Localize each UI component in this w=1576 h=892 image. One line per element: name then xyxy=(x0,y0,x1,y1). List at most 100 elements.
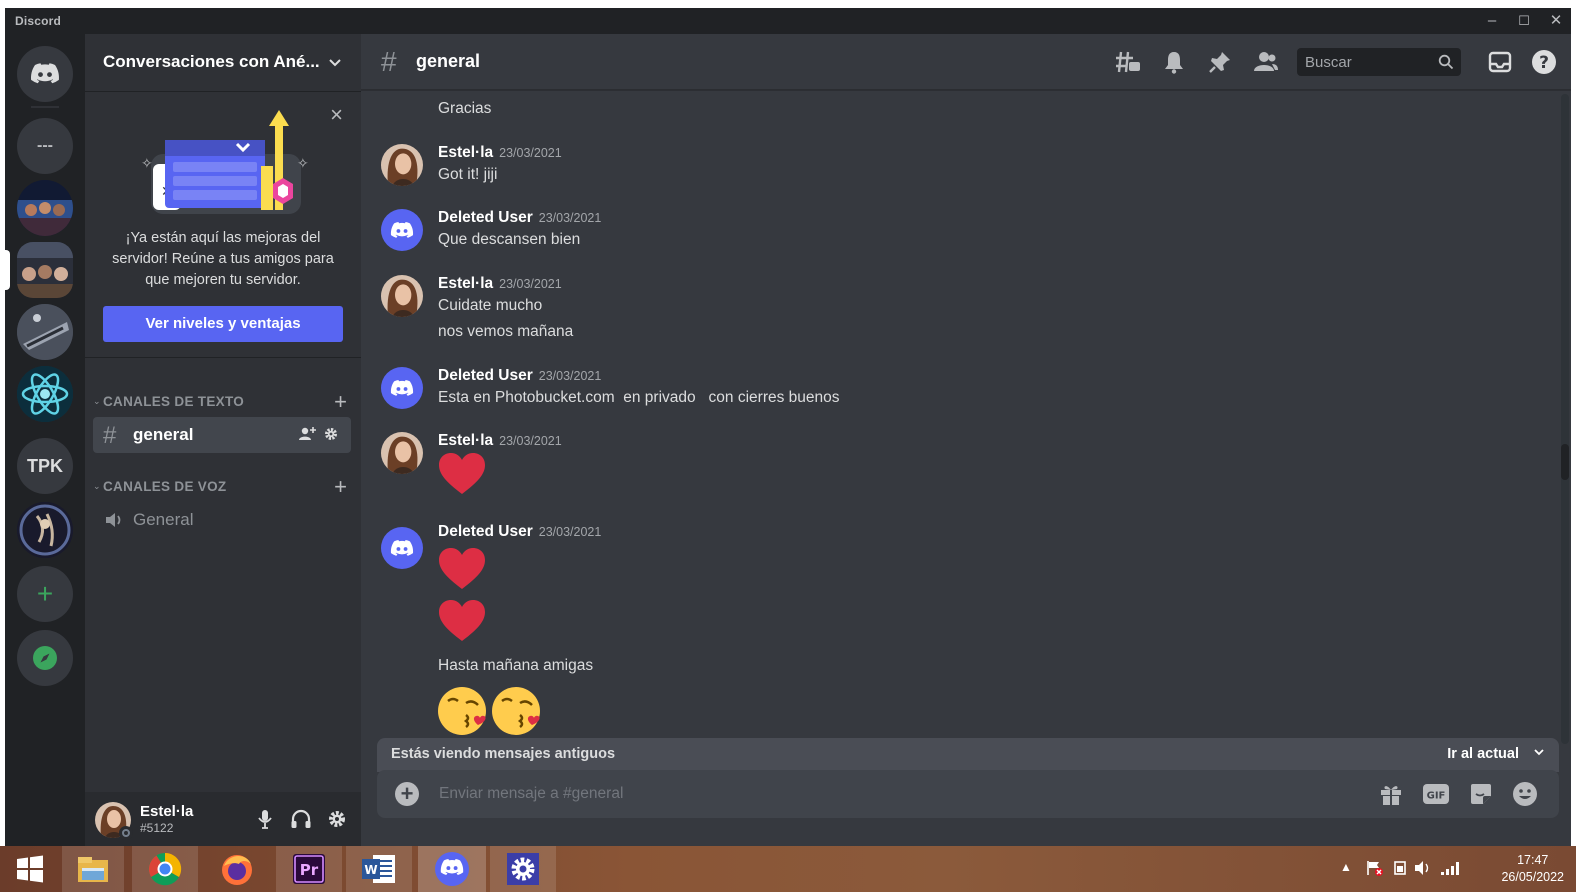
show-hidden-icons-button[interactable]: ▲ xyxy=(1340,860,1352,874)
add-server-button[interactable]: + xyxy=(17,566,73,622)
chevron-down-icon xyxy=(329,59,341,67)
close-button[interactable]: ✕ xyxy=(1543,8,1569,34)
taskbar-firefox[interactable] xyxy=(206,846,268,892)
network-signal-icon[interactable] xyxy=(1440,860,1460,876)
hashtag-icon: # xyxy=(381,46,397,77)
taskbar-settings[interactable] xyxy=(490,846,556,892)
taskbar-clock[interactable]: 17:47 26/05/2022 xyxy=(1501,852,1564,886)
taskbar-premiere[interactable]: Pr xyxy=(276,846,342,892)
svg-text:W: W xyxy=(364,863,377,877)
avatar[interactable] xyxy=(381,209,423,251)
category-voice-channels[interactable]: ⌄ CANALES DE VOZ + xyxy=(89,474,357,500)
speaker-icon xyxy=(106,513,121,527)
message-line: Got it! jiji xyxy=(438,166,498,183)
close-icon[interactable]: × xyxy=(330,104,343,126)
server-photo-2[interactable] xyxy=(17,242,73,298)
volume-icon[interactable] xyxy=(1414,860,1432,876)
gift-button[interactable] xyxy=(1377,780,1405,808)
server-tpk[interactable]: TPK xyxy=(17,438,73,494)
scrollbar-thumb[interactable] xyxy=(1561,444,1569,480)
discord-window: Discord – ☐ ✕ --- TPK + Conversaciones c… xyxy=(5,8,1571,846)
avatar[interactable] xyxy=(381,144,423,186)
minimize-button[interactable]: – xyxy=(1479,8,1505,34)
view-perks-button[interactable]: Ver niveles y ventajas xyxy=(103,306,343,342)
upload-plus-button[interactable]: + xyxy=(395,782,419,806)
mute-button[interactable] xyxy=(253,807,277,831)
server-atom[interactable] xyxy=(17,366,73,422)
taskbar-chrome[interactable] xyxy=(132,846,198,892)
firefox-icon xyxy=(222,855,252,885)
invite-icon[interactable] xyxy=(297,426,317,442)
svg-text:GIF: GIF xyxy=(1427,791,1446,802)
search-input[interactable]: Buscar xyxy=(1297,48,1461,76)
pinned-messages-button[interactable] xyxy=(1207,49,1233,75)
deafen-button[interactable] xyxy=(289,807,313,831)
heart-emoji-icon xyxy=(439,548,485,589)
message-timestamp: 23/03/2021 xyxy=(499,277,562,291)
action-center-flag-icon[interactable] xyxy=(1366,860,1384,876)
avatar[interactable] xyxy=(381,275,423,317)
message-author[interactable]: Estel·la 23/03/2021 xyxy=(438,144,562,162)
avatar-image-icon xyxy=(381,144,423,186)
inbox-button[interactable] xyxy=(1487,49,1513,75)
emoji-button[interactable] xyxy=(1511,780,1539,808)
clock-time: 17:47 xyxy=(1517,853,1549,867)
members-icon xyxy=(1254,52,1278,71)
old-messages-text: Estás viendo mensajes antiguos xyxy=(391,746,616,762)
selected-server-indicator xyxy=(5,250,10,290)
create-channel-button[interactable]: + xyxy=(334,389,347,415)
sticker-button[interactable] xyxy=(1467,780,1495,808)
server-header[interactable]: Conversaciones con Ané... xyxy=(85,34,361,92)
notifications-button[interactable] xyxy=(1161,49,1187,75)
message-line: Cuidate mucho xyxy=(438,297,543,314)
server-photo-3[interactable] xyxy=(17,304,73,360)
search-icon xyxy=(1438,54,1454,70)
threads-icon xyxy=(1116,51,1140,73)
channel-general[interactable]: # general xyxy=(93,417,351,453)
clock-date: 26/05/2022 xyxy=(1501,870,1564,884)
member-list-button[interactable] xyxy=(1253,49,1279,75)
channel-voice-general[interactable]: General xyxy=(93,502,351,538)
username: Estel·la xyxy=(140,803,194,820)
taskbar-file-explorer[interactable] xyxy=(62,846,124,892)
message-author[interactable]: Deleted User 23/03/2021 xyxy=(438,367,601,385)
user-settings-button[interactable] xyxy=(325,807,349,831)
explore-servers-button[interactable] xyxy=(17,630,73,686)
threads-button[interactable] xyxy=(1115,49,1141,75)
hashtag-icon: # xyxy=(103,422,117,449)
server-photo-1[interactable] xyxy=(17,180,73,236)
create-voice-channel-button[interactable]: + xyxy=(334,474,347,500)
chevron-down-icon: ⌄ xyxy=(93,481,101,491)
taskbar-discord[interactable] xyxy=(418,846,486,892)
maximize-button[interactable]: ☐ xyxy=(1511,8,1537,34)
message-timestamp: 23/03/2021 xyxy=(538,525,602,539)
help-button[interactable]: ? xyxy=(1531,49,1557,75)
power-plug-icon[interactable] xyxy=(1392,860,1408,876)
channel-header: # general Buscar ? xyxy=(361,34,1571,90)
message-author[interactable]: Deleted User 23/03/2021 xyxy=(438,209,601,227)
gear-icon[interactable] xyxy=(323,426,339,442)
scrollbar-track[interactable] xyxy=(1561,94,1569,744)
server-art[interactable] xyxy=(17,502,73,558)
windows-start-button[interactable] xyxy=(6,846,54,892)
category-text-channels[interactable]: ⌄ CANALES DE TEXTO + xyxy=(89,389,357,415)
avatar[interactable] xyxy=(381,432,423,474)
word-icon: W xyxy=(362,855,395,883)
message-author[interactable]: Estel·la 23/03/2021 xyxy=(438,432,562,450)
jump-to-present-button[interactable]: Ir al actual xyxy=(1447,746,1519,762)
kissing-face-emoji-icon xyxy=(438,687,540,735)
message-timestamp: 23/03/2021 xyxy=(499,434,562,448)
taskbar-word[interactable]: W xyxy=(346,846,412,892)
server-folder[interactable]: --- xyxy=(17,118,73,174)
discord-logo-icon xyxy=(390,379,414,396)
message-input[interactable]: Enviar mensaje a #general xyxy=(439,785,623,803)
message-author[interactable]: Estel·la 23/03/2021 xyxy=(438,275,562,293)
avatar[interactable] xyxy=(381,367,423,409)
gif-button[interactable]: GIF xyxy=(1422,780,1450,808)
settings-gear-icon xyxy=(507,853,539,885)
chevron-down-icon: ⌄ xyxy=(93,396,101,406)
discord-logo-icon xyxy=(390,221,414,238)
avatar[interactable] xyxy=(381,527,423,569)
message-author[interactable]: Deleted User 23/03/2021 xyxy=(438,523,601,541)
home-button[interactable] xyxy=(17,46,73,102)
